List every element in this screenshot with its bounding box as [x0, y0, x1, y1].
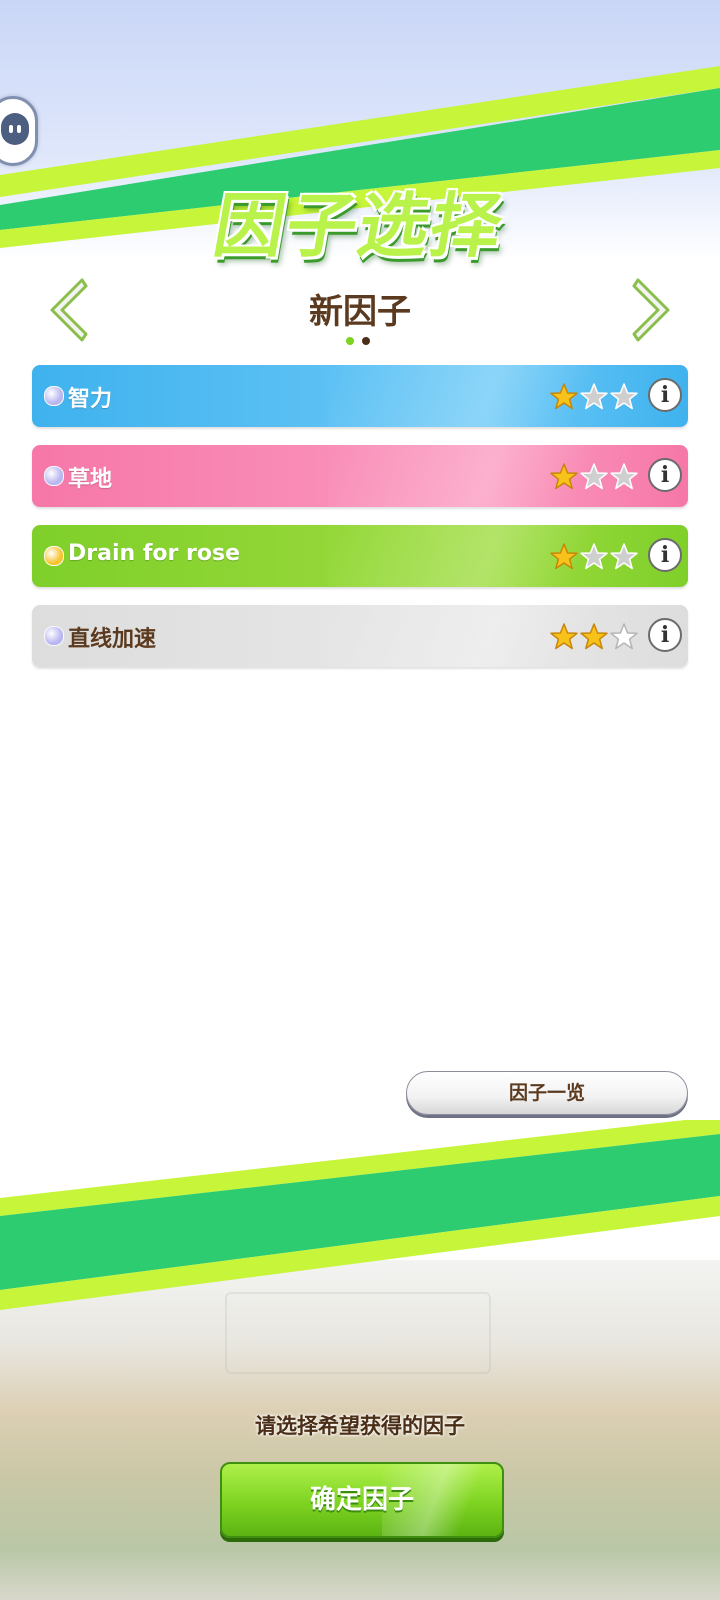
page-dot [362, 337, 370, 345]
info-icon[interactable]: i [648, 538, 682, 572]
star-empty-icon [580, 383, 608, 410]
footer-stripes [0, 1120, 720, 1310]
factor-row[interactable]: 草地 i [32, 445, 688, 507]
factor-name: 草地 [68, 467, 113, 492]
assistant-face-icon [1, 113, 29, 145]
star-empty-icon [610, 463, 638, 490]
star-empty-icon [610, 383, 638, 410]
factor-category-title: 新因子 [309, 292, 411, 332]
factor-orb-icon [44, 386, 64, 406]
star-filled-icon [550, 623, 578, 650]
star-empty-icon [610, 543, 638, 570]
factor-row[interactable]: 智力 i [32, 365, 688, 427]
info-icon[interactable]: i [648, 618, 682, 652]
info-icon[interactable]: i [648, 458, 682, 492]
factor-row[interactable]: Drain for rose i [32, 525, 688, 587]
page-indicator [346, 337, 376, 347]
factor-name: Drain for rose [68, 541, 240, 566]
factor-name: 直线加速 [68, 627, 157, 652]
star-empty-icon [610, 623, 638, 650]
factor-orb-icon [44, 466, 64, 486]
factor-row[interactable]: 直线加速 i [32, 605, 688, 667]
factor-orb-icon [44, 546, 64, 566]
star-filled-icon [580, 623, 608, 650]
rarity-stars [550, 623, 646, 651]
page-title: 因子选择 [207, 185, 511, 267]
rarity-stars [550, 383, 646, 411]
page-dot-active [346, 337, 354, 345]
star-filled-icon [550, 543, 578, 570]
star-filled-icon [550, 463, 578, 490]
factor-list-button[interactable]: 因子一览 [406, 1071, 688, 1115]
star-empty-icon [580, 543, 608, 570]
rarity-stars [550, 543, 646, 571]
star-filled-icon [550, 383, 578, 410]
info-icon[interactable]: i [648, 378, 682, 412]
rarity-stars [550, 463, 646, 491]
selection-hint: 请选择希望获得的因子 [255, 1414, 465, 1438]
factor-orb-icon [44, 626, 64, 646]
factor-name: 智力 [68, 387, 113, 412]
floating-assistant-button[interactable] [0, 96, 38, 166]
confirm-factor-label: 确定因子 [309, 1485, 414, 1515]
confirm-factor-button[interactable]: 确定因子 [220, 1462, 504, 1538]
star-empty-icon [580, 463, 608, 490]
